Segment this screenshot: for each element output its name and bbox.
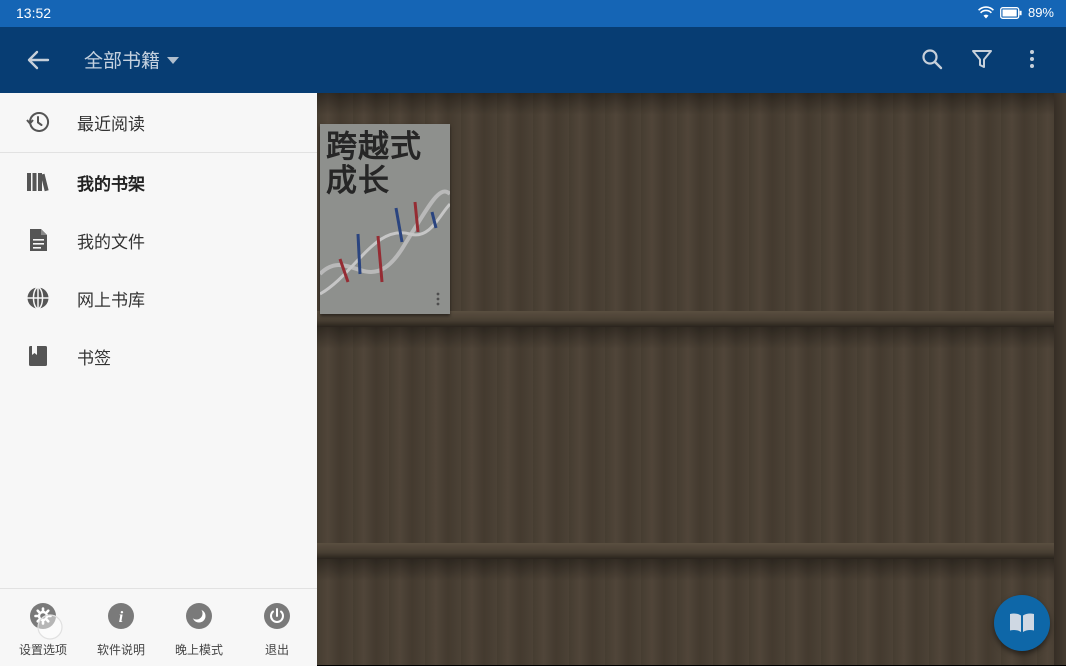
filter-icon[interactable] (970, 47, 994, 71)
shelf-side-panel (1054, 93, 1066, 665)
shelf-board (317, 543, 1066, 559)
library-filter-dropdown[interactable]: 全部书籍 (84, 46, 180, 73)
action-label: 退出 (264, 643, 289, 657)
svg-text:i: i (119, 609, 124, 626)
drawer-bottom-actions: 设置选项 i 软件说明 晚上模式 退出 (0, 588, 317, 666)
nav-item-my-files[interactable]: 我的文件 (0, 211, 317, 269)
history-icon (26, 111, 50, 132)
search-icon[interactable] (920, 47, 944, 71)
nav-label: 我的文件 (77, 232, 145, 253)
navigation-drawer: 最近阅读 我的书架 我的文件 网上书库 书签 设置选项 i 软件说明 晚上模式 … (0, 93, 317, 666)
nav-label: 网上书库 (77, 290, 145, 311)
file-icon (30, 229, 47, 251)
night-mode-button[interactable]: 晚上模式 (160, 589, 238, 666)
book-cover[interactable]: 跨越式 成长 (320, 124, 450, 314)
nav-item-online-library[interactable]: 网上书库 (0, 269, 317, 327)
bookshelf-icon (27, 173, 49, 192)
dropdown-triangle-icon (167, 56, 180, 64)
power-icon (264, 603, 290, 629)
open-book-fab[interactable] (994, 595, 1050, 651)
shelf-row-2 (317, 327, 1054, 543)
action-label: 设置选项 (18, 643, 67, 657)
more-dots-icon[interactable] (435, 292, 441, 306)
battery-icon (1000, 6, 1022, 19)
action-label: 软件说明 (96, 643, 145, 657)
exit-button[interactable]: 退出 (238, 589, 316, 666)
nav-item-bookmarks[interactable]: 书签 (0, 327, 317, 385)
nav-label: 最近阅读 (77, 114, 145, 135)
settings-button[interactable]: 设置选项 (4, 589, 82, 666)
toolbar-title: 全部书籍 (84, 50, 161, 72)
wifi-icon (977, 6, 994, 19)
about-button[interactable]: i 软件说明 (82, 589, 160, 666)
moon-icon (186, 603, 212, 629)
shelf-row-3 (317, 559, 1054, 665)
back-arrow-icon[interactable] (24, 48, 52, 72)
bookmark-icon (29, 346, 47, 366)
open-book-icon (1010, 613, 1034, 632)
status-time: 13:52 (16, 5, 52, 21)
status-bar: 13:52 89% (0, 0, 1066, 27)
nav-label: 我的书架 (77, 174, 145, 195)
overflow-menu-icon[interactable] (1020, 47, 1044, 71)
touch-ripple-icon (37, 614, 63, 640)
nav-label: 书签 (77, 348, 111, 369)
action-label: 晚上模式 (174, 643, 223, 657)
nav-item-my-bookshelf[interactable]: 我的书架 (0, 153, 317, 211)
nav-item-recent[interactable]: 最近阅读 (0, 93, 317, 151)
battery-percent: 89% (1027, 5, 1054, 20)
app-toolbar: 全部书籍 (0, 27, 1066, 93)
info-icon: i (108, 603, 134, 629)
dna-helix-illustration (320, 189, 450, 296)
globe-icon (27, 286, 49, 310)
